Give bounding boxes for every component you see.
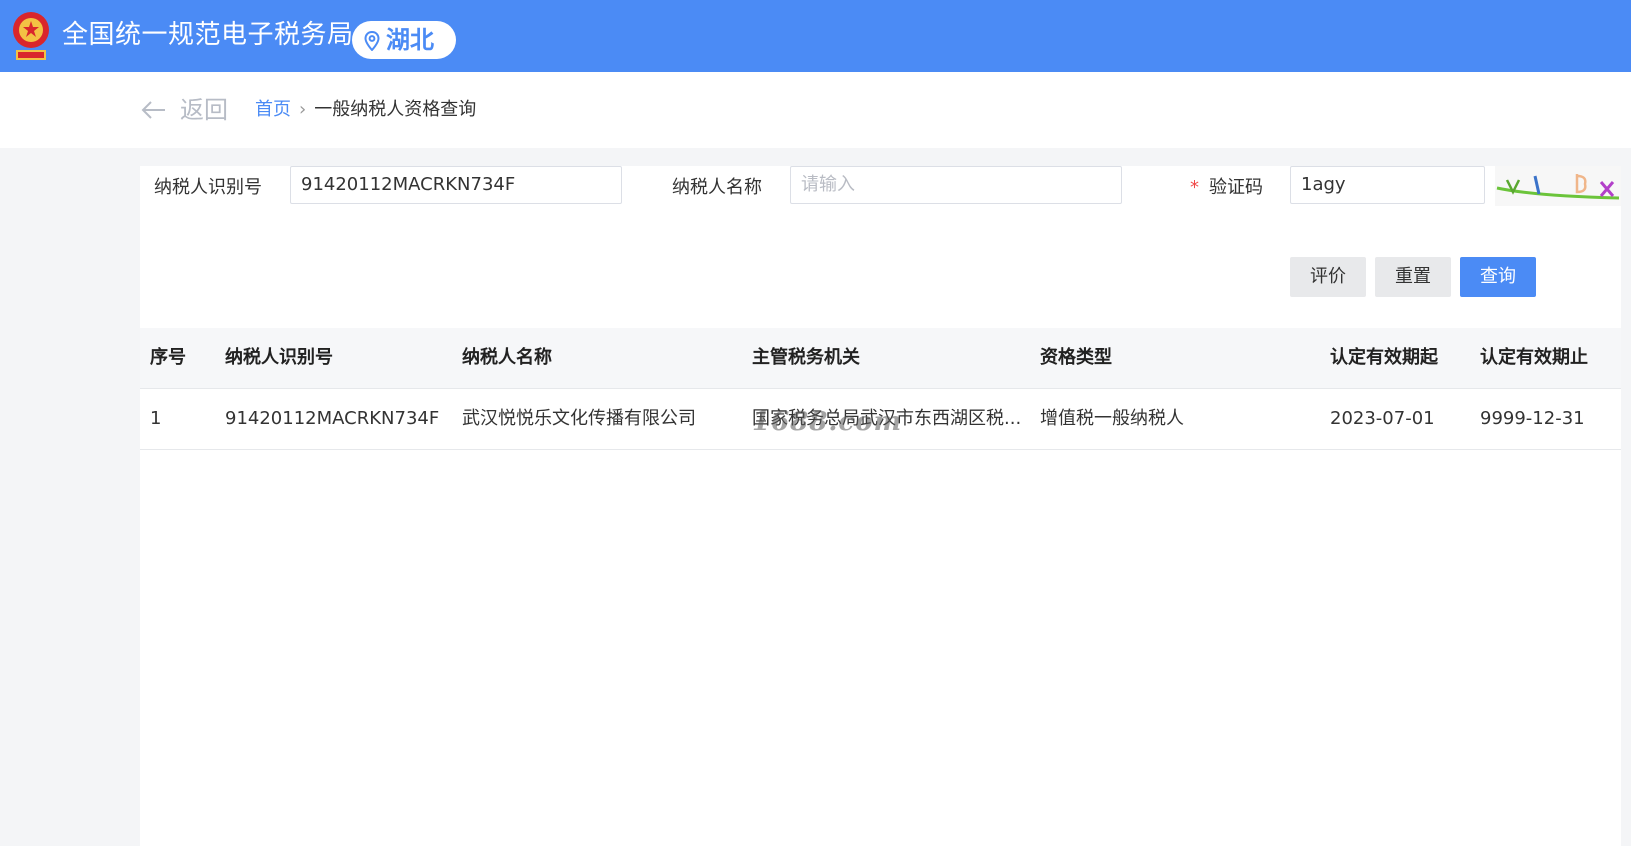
- col-header-index: 序号: [150, 347, 186, 368]
- cell-qualification-type: 增值税一般纳税人: [1040, 408, 1184, 429]
- breadcrumb: 首页 › 一般纳税人资格查询: [255, 98, 476, 122]
- taxpayer-name-input[interactable]: 请输入: [790, 166, 1122, 204]
- breadcrumb-separator: ›: [299, 99, 307, 120]
- query-panel: 纳税人识别号 91420112MACRKN734F 纳税人名称 请输入 * 验证码…: [140, 166, 1621, 846]
- reset-button[interactable]: 重置: [1375, 257, 1451, 297]
- location-pin-icon: [364, 31, 380, 51]
- navigation-bar: 返回 首页 › 一般纳税人资格查询: [0, 72, 1631, 148]
- cell-taxpayer-id: 91420112MACRKN734F: [225, 408, 440, 429]
- captcha-input[interactable]: 1agy: [1290, 166, 1485, 204]
- taxpayer-id-label: 纳税人识别号: [154, 177, 262, 198]
- arrow-left-icon: [141, 101, 165, 119]
- cell-taxpayer-name: 武汉悦悦乐文化传播有限公司: [462, 408, 696, 429]
- required-mark: *: [1190, 177, 1199, 198]
- region-selector[interactable]: 湖北: [352, 21, 456, 59]
- col-header-valid-to: 认定有效期止: [1480, 347, 1588, 368]
- col-header-valid-from: 认定有效期起: [1330, 347, 1438, 368]
- cell-index: 1: [150, 408, 162, 429]
- taxpayer-id-input[interactable]: 91420112MACRKN734F: [290, 166, 622, 204]
- table-header: 序号 纳税人识别号 纳税人名称 主管税务机关 资格类型 认定有效期起 认定有效期…: [140, 328, 1621, 388]
- query-button[interactable]: 查询: [1460, 257, 1536, 297]
- captcha-label-text: 验证码: [1209, 177, 1263, 198]
- region-label: 湖北: [386, 26, 434, 54]
- captcha-image[interactable]: [1495, 166, 1621, 206]
- cell-valid-from: 2023-07-01: [1330, 408, 1435, 429]
- col-header-taxpayer-name: 纳税人名称: [462, 347, 552, 368]
- table-row[interactable]: 1 91420112MACRKN734F 武汉悦悦乐文化传播有限公司 国家税务总…: [140, 388, 1621, 450]
- col-header-tax-authority: 主管税务机关: [752, 347, 860, 368]
- watermark: 1688.com: [752, 407, 903, 437]
- col-header-taxpayer-id: 纳税人识别号: [225, 347, 333, 368]
- breadcrumb-current: 一般纳税人资格查询: [314, 99, 477, 120]
- breadcrumb-home-link[interactable]: 首页: [255, 99, 291, 120]
- taxpayer-name-label: 纳税人名称: [672, 177, 762, 198]
- cell-valid-to: 9999-12-31: [1480, 408, 1585, 429]
- tax-emblem-logo: [13, 12, 49, 60]
- top-header: 全国统一规范电子税务局 湖北: [0, 0, 1631, 72]
- site-title: 全国统一规范电子税务局: [62, 20, 354, 50]
- col-header-qualification-type: 资格类型: [1040, 347, 1112, 368]
- captcha-label: * 验证码: [1190, 176, 1263, 200]
- back-label: 返回: [180, 96, 228, 124]
- evaluate-button[interactable]: 评价: [1290, 257, 1366, 297]
